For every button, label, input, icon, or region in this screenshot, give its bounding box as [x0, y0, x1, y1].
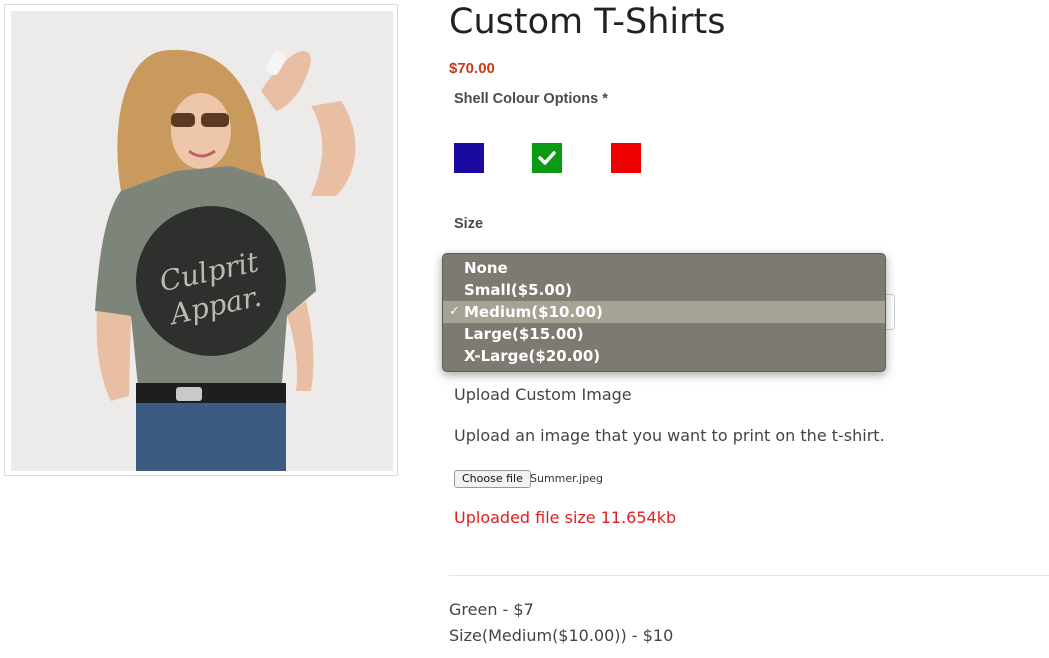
- size-option-label: Small($5.00): [464, 281, 572, 299]
- product-photo-illustration: Culprit Appar.: [11, 11, 393, 471]
- choose-file-button[interactable]: Choose file: [454, 470, 531, 488]
- size-dropdown-menu[interactable]: None Small($5.00) ✓ Medium($10.00) Large(…: [442, 253, 886, 372]
- product-image-frame: Culprit Appar.: [4, 4, 398, 476]
- product-price: $70.00: [449, 60, 495, 77]
- size-option-x-large[interactable]: X-Large($20.00): [443, 345, 885, 367]
- size-option-label: Large($15.00): [464, 325, 584, 343]
- product-title: Custom T-Shirts: [449, 2, 726, 42]
- summary-line-colour: Green - $7: [449, 600, 534, 619]
- check-mark-icon: ✓: [449, 304, 460, 319]
- upload-status-message: Uploaded file size 11.654kb: [454, 508, 677, 527]
- size-option-none[interactable]: None: [443, 257, 885, 279]
- colour-swatch-blue[interactable]: [454, 143, 484, 173]
- size-option-large[interactable]: Large($15.00): [443, 323, 885, 345]
- size-label: Size: [454, 216, 484, 232]
- size-option-medium[interactable]: ✓ Medium($10.00): [443, 301, 885, 323]
- size-option-small[interactable]: Small($5.00): [443, 279, 885, 301]
- checkmark-icon: [538, 151, 556, 165]
- shell-colour-label: Shell Colour Options *: [454, 91, 608, 107]
- size-option-label: X-Large($20.00): [464, 347, 601, 365]
- summary-line-size: Size(Medium($10.00)) - $10: [449, 626, 674, 645]
- upload-description: Upload an image that you want to print o…: [454, 426, 885, 445]
- product-image[interactable]: Culprit Appar.: [11, 11, 393, 471]
- colour-swatch-green[interactable]: [532, 143, 562, 173]
- divider: [449, 575, 1049, 576]
- size-option-label: Medium($10.00): [464, 303, 603, 321]
- colour-swatch-red[interactable]: [611, 143, 641, 173]
- upload-heading: Upload Custom Image: [454, 385, 632, 404]
- selected-file-name: Summer.jpeg: [530, 472, 603, 485]
- size-option-label: None: [464, 259, 508, 277]
